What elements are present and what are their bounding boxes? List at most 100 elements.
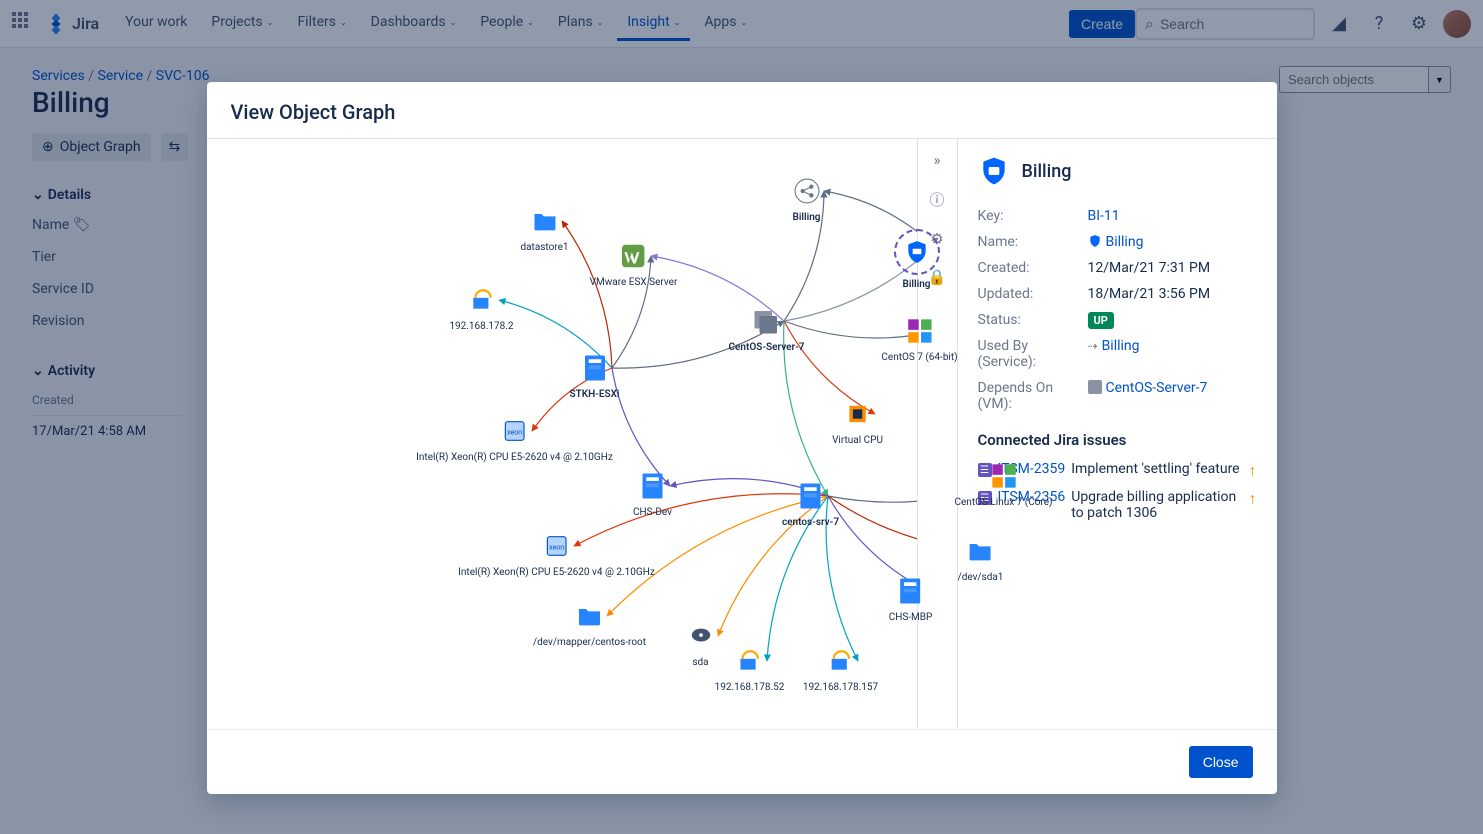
- node-label: Billing: [792, 212, 820, 223]
- nic-icon: [732, 644, 766, 678]
- dp-row: Key:BI-11: [978, 203, 1257, 229]
- node-label: CentOS 7 (64-bit): [881, 352, 957, 363]
- graph-node-stkh-esxi[interactable]: STKH-ESXi: [569, 351, 619, 400]
- node-label: 192.168.178.52: [715, 682, 785, 693]
- graph-node-centos-server-7[interactable]: CentOS-Server-7: [728, 304, 804, 353]
- dp-label: Status:: [978, 312, 1088, 328]
- graph-node-centos-linux-core[interactable]: CentOS Linux 7 (Core): [954, 459, 1052, 508]
- server-icon: [577, 351, 611, 385]
- vm-icon: [1088, 380, 1102, 394]
- dp-label: Created:: [978, 260, 1088, 276]
- graph-node-sda[interactable]: sda: [684, 619, 718, 668]
- graph-node-ip2[interactable]: 192.168.178.52: [715, 644, 785, 693]
- disk-icon: [684, 619, 718, 653]
- node-label: CHS-MBP: [889, 612, 933, 623]
- node-label: Intel(R) Xeon(R) CPU E5-2620 v4 @ 2.10GH…: [416, 452, 613, 463]
- folder-icon: [964, 534, 998, 568]
- dp-row: Status:UP: [978, 307, 1257, 333]
- dp-value[interactable]: Billing: [1088, 234, 1257, 250]
- node-label: datastore1: [520, 242, 568, 253]
- dp-value[interactable]: ⇢Billing: [1088, 338, 1257, 370]
- node-label: CHS-Dev: [633, 507, 672, 518]
- dp-label: Used By (Service):: [978, 338, 1088, 370]
- graph-node-datastore1[interactable]: datastore1: [520, 204, 568, 253]
- modal-header: View Object Graph: [207, 82, 1277, 138]
- details-panel: Billing Key:BI-11Name:BillingCreated:12/…: [957, 139, 1277, 729]
- node-label: /dev/mapper/centos-root: [533, 637, 646, 648]
- node-label: Billing: [902, 279, 930, 290]
- node-label: sda: [692, 657, 708, 668]
- node-label: /dev/sda1: [958, 572, 1004, 583]
- server2-icon: [749, 304, 783, 338]
- graph-node-chs-dev[interactable]: CHS-Dev: [633, 469, 672, 518]
- node-label: VMware ESX Server: [590, 277, 678, 288]
- details-title: Billing: [1022, 161, 1072, 182]
- issue-summary: Upgrade billing application to patch 130…: [1071, 489, 1242, 521]
- svg-text:xeon: xeon: [549, 544, 564, 552]
- server-icon: [793, 479, 827, 513]
- node-label: centos-srv-7: [782, 517, 839, 528]
- folder-icon: [573, 599, 607, 633]
- modal-title: View Object Graph: [231, 100, 1253, 124]
- graph-node-vmware[interactable]: VMware ESX Server: [590, 239, 678, 288]
- dp-row: Updated:18/Mar/21 3:56 PM: [978, 281, 1257, 307]
- graph-canvas[interactable]: BillingBillingdatastore1VMware ESX Serve…: [207, 139, 917, 729]
- graph-node-ip3[interactable]: 192.168.178.157: [803, 644, 878, 693]
- shield-icon: [978, 155, 1010, 187]
- issue-summary: Implement 'settling' feature: [1071, 461, 1242, 477]
- side-rail: » ⓘ ⚙ 🔒: [917, 139, 957, 729]
- dp-row: Created:12/Mar/21 7:31 PM: [978, 255, 1257, 281]
- dp-value[interactable]: BI-11: [1088, 208, 1257, 224]
- connected-issues-title: Connected Jira issues: [978, 431, 1257, 449]
- link-icon: ⇢: [1088, 339, 1098, 353]
- share-icon: [790, 174, 824, 208]
- dp-value: 18/Mar/21 3:56 PM: [1088, 286, 1257, 302]
- graph-node-xeon2[interactable]: xeon Intel(R) Xeon(R) CPU E5-2620 v4 @ 2.…: [458, 529, 655, 578]
- node-label: CentOS-Server-7: [728, 342, 804, 353]
- graph-node-ip1[interactable]: 192.168.178.2: [449, 283, 513, 332]
- node-label: Intel(R) Xeon(R) CPU E5-2620 v4 @ 2.10GH…: [458, 567, 655, 578]
- modal: View Object Graph Billing Billing datastor…: [207, 82, 1277, 794]
- vmware-icon: [616, 239, 650, 273]
- dp-label: Key:: [978, 208, 1088, 224]
- dp-value[interactable]: CentOS-Server-7: [1088, 380, 1257, 412]
- collapse-icon[interactable]: »: [933, 151, 940, 169]
- close-button[interactable]: Close: [1189, 746, 1253, 778]
- dp-label: Depends On (VM):: [978, 380, 1088, 412]
- graph-node-centos7-64[interactable]: CentOS 7 (64-bit): [881, 314, 957, 363]
- graph-node-dev-mapper[interactable]: /dev/mapper/centos-root: [533, 599, 646, 648]
- dp-row: Name:Billing: [978, 229, 1257, 255]
- graph-node-xeon1[interactable]: xeon Intel(R) Xeon(R) CPU E5-2620 v4 @ 2.…: [416, 414, 613, 463]
- dp-row: Depends On (VM):CentOS-Server-7: [978, 375, 1257, 417]
- modal-overlay: View Object Graph Billing Billing datastor…: [0, 0, 1483, 834]
- centos-icon: [902, 314, 936, 348]
- chip-icon: xeon: [539, 529, 573, 563]
- graph-node-dev-sda1[interactable]: /dev/sda1: [958, 534, 1004, 583]
- priority-icon: ↑: [1249, 461, 1257, 481]
- priority-icon: ↑: [1249, 489, 1257, 509]
- server-icon: [894, 574, 928, 608]
- server-icon: [636, 469, 670, 503]
- dp-row: Used By (Service):⇢Billing: [978, 333, 1257, 375]
- nic-icon: [465, 283, 499, 317]
- graph-node-vcpu[interactable]: Virtual CPU: [832, 397, 883, 446]
- node-label: CentOS Linux 7 (Core): [954, 497, 1052, 508]
- graph-node-chs-mbp[interactable]: CHS-MBP: [889, 574, 933, 623]
- nic-icon: [823, 644, 857, 678]
- dp-label: Name:: [978, 234, 1088, 250]
- svg-text:xeon: xeon: [507, 429, 522, 437]
- graph-node-billing-main[interactable]: Billing: [894, 229, 940, 290]
- folder-icon: [527, 204, 561, 238]
- node-label: Virtual CPU: [832, 435, 883, 446]
- node-label: STKH-ESXi: [569, 389, 619, 400]
- status-badge: UP: [1088, 312, 1114, 329]
- graph-node-centos-srv-7[interactable]: centos-srv-7: [782, 479, 839, 528]
- info-icon[interactable]: ⓘ: [929, 189, 944, 210]
- centos-icon: [986, 459, 1020, 493]
- node-label: 192.168.178.157: [803, 682, 878, 693]
- graph-node-billing-top[interactable]: Billing: [790, 174, 824, 223]
- dp-value: UP: [1088, 312, 1257, 328]
- dp-value: 12/Mar/21 7:31 PM: [1088, 260, 1257, 276]
- dp-label: Updated:: [978, 286, 1088, 302]
- chip-icon: xeon: [497, 414, 531, 448]
